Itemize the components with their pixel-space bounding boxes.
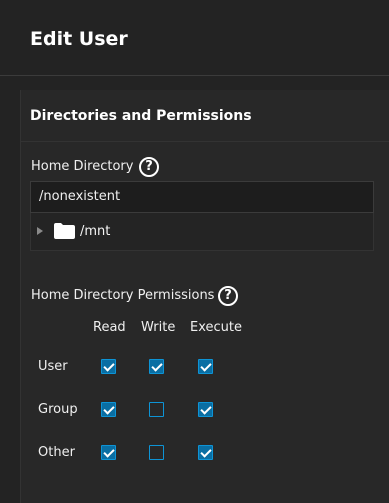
column-write: Write <box>141 320 176 335</box>
row-label-group: Group <box>38 402 78 417</box>
directory-tree: /mnt <box>30 213 374 251</box>
page-title: Edit User <box>30 28 128 50</box>
dialog-header: Edit User <box>0 0 389 76</box>
checkbox-other-write[interactable] <box>149 445 164 460</box>
tree-item-mnt[interactable]: /mnt <box>80 224 110 239</box>
row-label-other: Other <box>38 445 75 460</box>
folder-icon <box>54 223 75 239</box>
row-label-user: User <box>38 359 68 374</box>
expand-arrow-icon[interactable] <box>37 227 43 235</box>
checkbox-other-execute[interactable] <box>198 445 213 460</box>
help-icon[interactable]: ? <box>218 286 238 306</box>
column-execute: Execute <box>190 320 242 335</box>
checkbox-user-read[interactable] <box>101 359 116 374</box>
home-directory-label: Home Directory <box>31 159 134 174</box>
help-icon[interactable]: ? <box>139 157 159 177</box>
checkbox-other-read[interactable] <box>101 445 116 460</box>
checkbox-user-execute[interactable] <box>198 359 213 374</box>
checkbox-group-read[interactable] <box>101 402 116 417</box>
section-divider <box>20 141 389 142</box>
checkbox-group-write[interactable] <box>149 402 164 417</box>
checkbox-group-execute[interactable] <box>198 402 213 417</box>
permissions-label: Home Directory Permissions <box>31 288 215 303</box>
checkbox-user-write[interactable] <box>149 359 164 374</box>
section-title: Directories and Permissions <box>30 108 252 124</box>
home-directory-input[interactable]: /nonexistent <box>30 181 374 213</box>
column-read: Read <box>93 320 126 335</box>
